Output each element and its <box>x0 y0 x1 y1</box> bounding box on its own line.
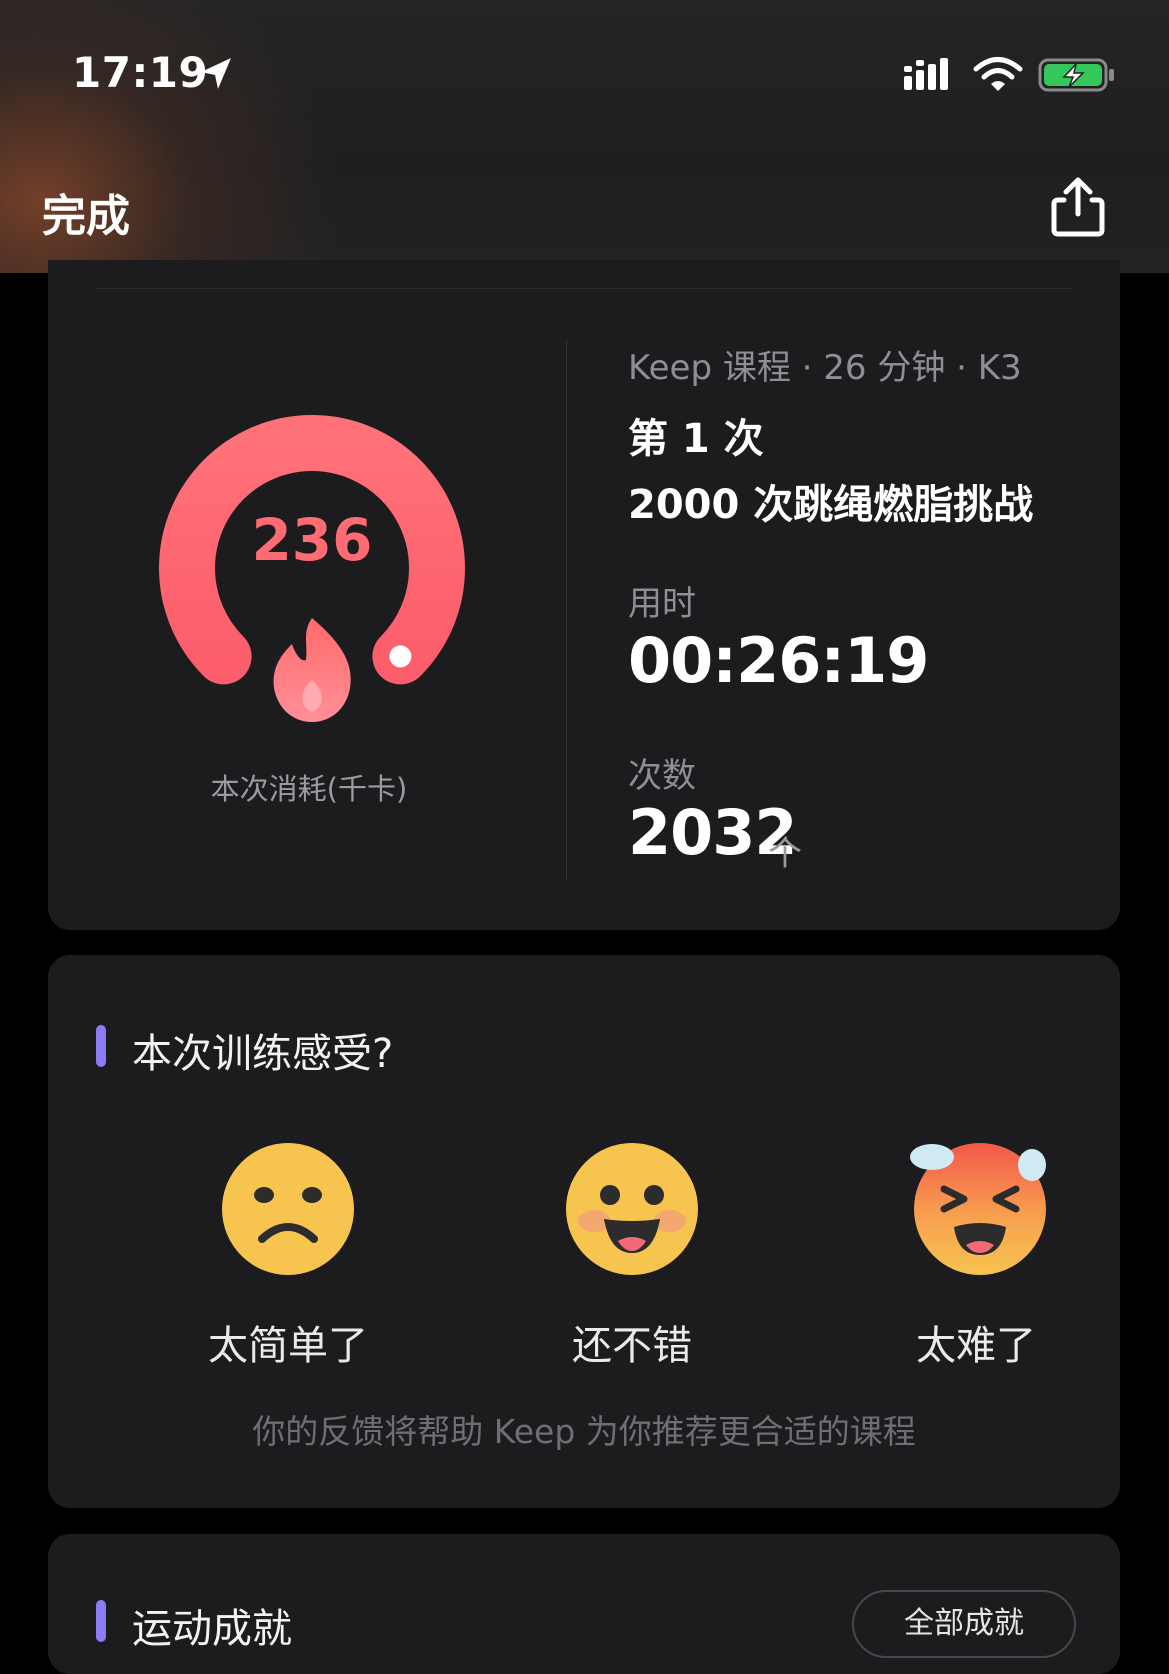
feedback-hint: 你的反馈将帮助 Keep 为你推荐更合适的课程 <box>252 1412 916 1451</box>
done-button[interactable]: 完成 <box>42 180 130 244</box>
feedback-label-easy: 太简单了 <box>208 1323 368 1369</box>
top-bar: 17:19 完成 <box>0 0 1169 273</box>
attempt-number: 第 1 次 <box>628 416 764 462</box>
feedback-label-good: 还不错 <box>572 1323 692 1369</box>
feedback-option-good[interactable]: 还不错 <box>502 1143 762 1369</box>
duration-value: 00:26:19 <box>628 624 929 697</box>
feedback-option-hard[interactable]: 太难了 <box>846 1143 1106 1369</box>
feedback-label-hard: 太难了 <box>916 1323 1036 1369</box>
count-label: 次数 <box>628 756 696 796</box>
workout-summary-card: 236 本次消耗(千卡) Keep 课程 · 26 分钟 · K3 第 1 次 … <box>48 260 1120 930</box>
section-accent-bar <box>96 1025 106 1067</box>
achievements-title: 运动成就 <box>132 1606 292 1652</box>
cellular-signal-icon <box>904 58 948 90</box>
calories-value: 236 <box>251 506 372 574</box>
achievements-card: 运动成就 全部成就 <box>48 1534 1120 1674</box>
duration-label: 用时 <box>628 584 696 624</box>
location-arrow-icon <box>201 58 231 89</box>
feedback-option-easy[interactable]: 太简单了 <box>158 1143 418 1369</box>
exhausted-face-icon <box>910 1143 1046 1275</box>
feedback-title: 本次训练感受? <box>132 1031 394 1077</box>
course-title: 2000 次跳绳燃脂挑战 <box>628 482 1034 528</box>
wifi-icon <box>973 57 1023 91</box>
section-accent-bar <box>96 1600 106 1642</box>
gauge-end-dot <box>389 645 412 668</box>
course-meta: Keep 课程 · 26 分钟 · K3 <box>628 348 1022 388</box>
calories-label: 本次消耗(千卡) <box>210 772 408 806</box>
all-achievements-button[interactable]: 全部成就 <box>852 1590 1076 1658</box>
vertical-divider <box>566 340 567 880</box>
status-time: 17:19 <box>72 48 209 97</box>
feedback-card: 本次训练感受? 太简单了 还不错 太难了 你的反馈将帮助 Keep 为你推荐更合… <box>48 955 1120 1508</box>
calorie-gauge: 236 <box>159 415 465 722</box>
divider <box>96 288 1072 289</box>
sad-face-icon <box>222 1143 354 1275</box>
battery-charging-icon <box>1038 58 1114 92</box>
count-unit: 个 <box>768 834 802 874</box>
happy-face-icon <box>566 1143 698 1275</box>
share-icon[interactable] <box>1050 174 1106 238</box>
